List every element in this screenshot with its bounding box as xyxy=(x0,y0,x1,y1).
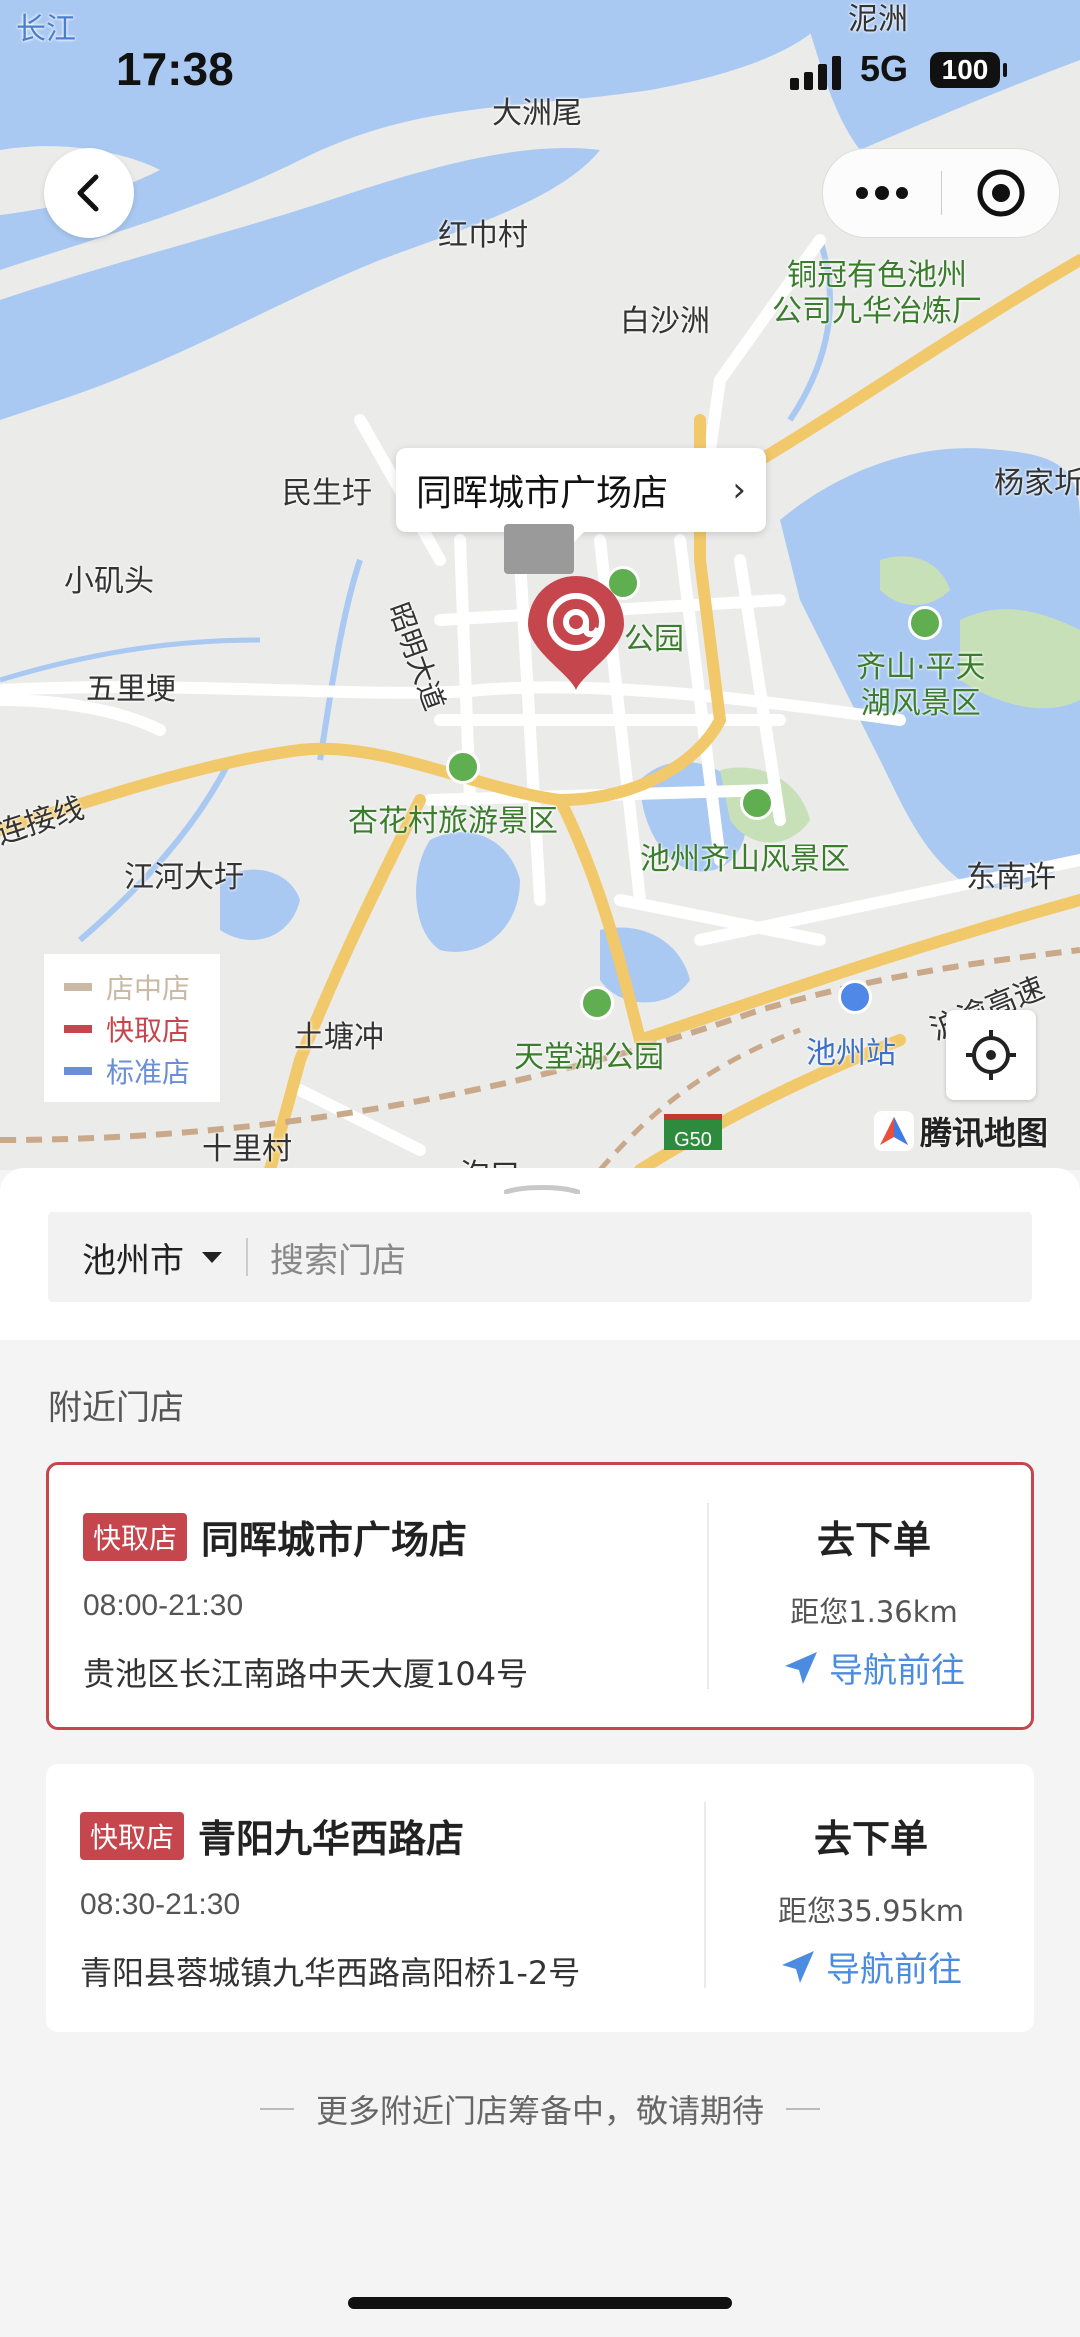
map-label-tongguan: 铜冠有色池州 公司九华冶炼厂 xyxy=(772,258,982,329)
store-type-badge: 快取店 xyxy=(83,1512,188,1561)
home-indicator[interactable] xyxy=(348,2297,732,2309)
legend-label: 店中店 xyxy=(106,972,191,1005)
store-hours: 08:00-21:30 xyxy=(83,1589,244,1622)
miniprogram-capsule xyxy=(822,148,1060,238)
legend-item: 标准店 xyxy=(64,1050,200,1092)
target-icon xyxy=(977,169,1024,217)
drag-handle-icon[interactable] xyxy=(504,1184,580,1194)
map-label-gukou: 沟口 xyxy=(460,1150,520,1170)
more-dots-icon xyxy=(856,186,908,200)
legend-swatch xyxy=(64,1067,92,1075)
footer-note: 更多附近门店筹备中，敬请期待 xyxy=(0,2086,1080,2132)
back-button[interactable] xyxy=(44,148,134,238)
navigation-arrow-icon xyxy=(782,1950,814,1983)
store-name: 青阳九华西路店 xyxy=(198,1817,465,1861)
map-label-shilicun: 十里村 xyxy=(202,1132,292,1167)
close-miniprogram-button[interactable] xyxy=(942,149,1059,237)
map-label-tiantanghu: 天堂湖公园 xyxy=(514,1040,664,1075)
status-bar: 17:38 5G 100 xyxy=(0,0,1080,130)
store-name: 同晖城市广场店 xyxy=(201,1518,468,1562)
legend-item: 店中店 xyxy=(64,966,200,1008)
caret-down-icon xyxy=(202,1251,222,1263)
scenic-poi-icon xyxy=(740,786,774,820)
map-label-baishazhou: 白沙洲 xyxy=(620,304,710,339)
card-divider xyxy=(707,1503,709,1689)
map-label-gongyuan: 公园 xyxy=(624,622,684,657)
map-label-yangjia: 杨家圻 xyxy=(994,466,1080,501)
store-hours: 08:30-21:30 xyxy=(80,1888,241,1921)
locate-me-button[interactable] xyxy=(946,1010,1036,1100)
store-actions: 去下单 距您35.95km 导航前往 xyxy=(708,1764,1034,2032)
map-label-chizhouzhan: 池州站 xyxy=(806,1036,896,1071)
map-label-xinghuacun: 杏花村旅游景区 xyxy=(348,804,558,839)
park-poi-icon xyxy=(580,986,614,1020)
tencent-map-icon xyxy=(874,1111,914,1151)
navigate-button[interactable]: 导航前往 xyxy=(711,1643,1037,1692)
chevron-right-icon: › xyxy=(732,470,746,510)
status-time: 17:38 xyxy=(116,43,234,95)
legend-item: 快取店 xyxy=(64,1008,200,1050)
place-order-button[interactable]: 去下单 xyxy=(711,1509,1037,1564)
map-label-hongshicun: 红巾村 xyxy=(438,218,528,253)
city-selector[interactable]: 池州市 xyxy=(48,1233,222,1282)
store-actions: 去下单 距您1.36km 导航前往 xyxy=(711,1465,1037,1727)
callout-store-name: 同晖城市广场店 xyxy=(416,473,669,514)
map-provider-logo: 腾讯地图 xyxy=(872,1108,1048,1154)
search-divider xyxy=(246,1238,248,1276)
map-label-xiaojitou: 小矶头 xyxy=(64,564,154,599)
store-distance: 距您35.95km xyxy=(777,1894,965,1928)
battery-icon: 100 xyxy=(930,52,1007,88)
chevron-left-icon xyxy=(77,174,99,212)
search-input[interactable]: 搜索门店 xyxy=(270,1233,406,1282)
city-name: 池州市 xyxy=(82,1240,184,1281)
store-address: 贵池区长江南路中天大厦104号 xyxy=(83,1655,529,1693)
highway-shield: G50 xyxy=(664,1114,722,1151)
scenic-poi-icon xyxy=(446,750,480,784)
scenic-poi-icon xyxy=(908,606,942,640)
footer-dash xyxy=(786,2108,820,2110)
navigation-arrow-icon xyxy=(785,1651,817,1684)
footer-note-text: 更多附近门店筹备中，敬请期待 xyxy=(315,2092,764,2130)
map-legend: 店中店 快取店 标准店 xyxy=(44,954,220,1102)
map-label-qishan-fengjing: 池州齐山风景区 xyxy=(640,842,850,877)
legend-swatch xyxy=(64,1025,92,1033)
more-button[interactable] xyxy=(823,149,941,237)
store-thumbnail xyxy=(504,524,574,574)
map-view[interactable]: 长江 泥洲 大洲尾 红巾村 白沙洲 铜冠有色池州 公司九华冶炼厂 民生圩 小矶头… xyxy=(0,0,1080,1170)
store-name-row: 快取店 青阳九华西路店 xyxy=(80,1808,464,1863)
card-divider xyxy=(704,1802,706,1988)
navigate-label: 导航前往 xyxy=(826,1950,962,1990)
map-label-dongnanxu: 东南许 xyxy=(966,860,1056,895)
search-panel: 池州市 搜索门店 xyxy=(0,1168,1080,1340)
legend-swatch xyxy=(64,983,92,991)
store-card[interactable]: 快取店 青阳九华西路店 08:30-21:30 青阳县蓉城镇九华西路高阳桥1-2… xyxy=(46,1764,1034,2032)
map-label-wulitan: 五里埂 xyxy=(86,672,176,707)
store-type-badge: 快取店 xyxy=(80,1811,185,1860)
place-order-button[interactable]: 去下单 xyxy=(708,1808,1034,1863)
store-address: 青阳县蓉城镇九华西路高阳桥1-2号 xyxy=(80,1954,581,1992)
store-callout[interactable]: 同晖城市广场店 › xyxy=(396,448,766,546)
store-location-pin-icon[interactable] xyxy=(526,574,626,692)
section-title: 附近门店 xyxy=(48,1388,184,1428)
navigate-label: 导航前往 xyxy=(829,1651,965,1691)
legend-label: 快取店 xyxy=(106,1014,191,1047)
map-label-qishan-pingtian: 齐山·平天 湖风景区 xyxy=(856,650,986,721)
navigate-button[interactable]: 导航前往 xyxy=(708,1942,1034,1991)
store-distance: 距您1.36km xyxy=(790,1595,958,1629)
legend-label: 标准店 xyxy=(106,1056,191,1089)
store-name-row: 快取店 同晖城市广场店 xyxy=(83,1509,467,1564)
crosshair-icon xyxy=(966,1030,1016,1080)
network-type: 5G xyxy=(860,48,909,89)
map-label-tutangchong: 土塘冲 xyxy=(294,1020,384,1055)
map-label-jianghedayu: 江河大圩 xyxy=(124,860,244,895)
search-bar: 池州市 搜索门店 xyxy=(48,1212,1032,1302)
train-station-icon xyxy=(838,980,872,1014)
signal-icon xyxy=(790,56,841,90)
footer-dash xyxy=(259,2108,294,2110)
map-provider-name: 腾讯地图 xyxy=(920,1114,1049,1152)
map-label-minshengyu: 民生圩 xyxy=(282,476,372,511)
store-card[interactable]: 快取店 同晖城市广场店 08:00-21:30 贵池区长江南路中天大厦104号 … xyxy=(46,1462,1034,1730)
